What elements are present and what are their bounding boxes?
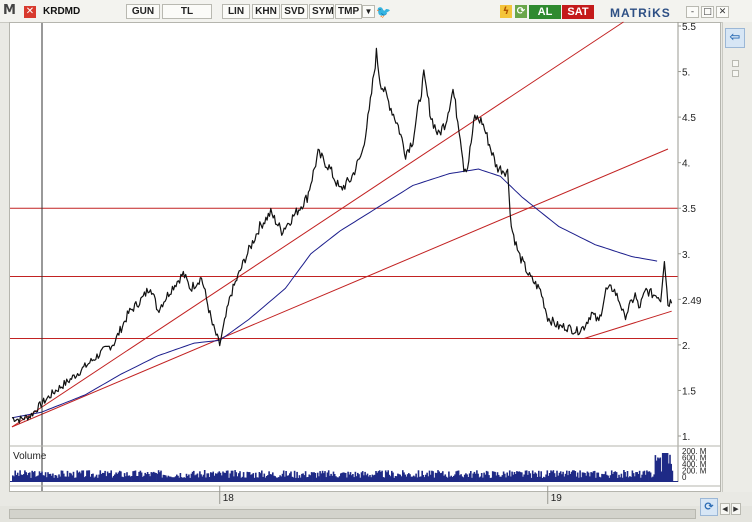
last-price-label: 2.49 [682,296,702,307]
time-tick-label: 18 [223,493,235,504]
trend-line[interactable] [11,148,669,428]
volume-label: Volume [13,451,47,462]
price-tick-label: 3.5 [682,204,696,215]
price-chart: 1.1.52.2.493.3.54.4.55.5.5 Volume 200. M6… [10,21,721,504]
price-tick-label: 4.5 [682,113,696,124]
trend-line[interactable] [11,21,624,428]
price-tick-label: 1. [682,432,690,443]
scroll-left-button[interactable]: ◀ [720,503,730,515]
price-tick-label: 5.5 [682,22,696,33]
price-tick-label: 2. [682,341,690,352]
price-tick-label: 5. [682,68,690,79]
volume-axis-label: 0 [682,473,687,482]
price-line [11,47,673,424]
trend-line[interactable] [584,310,672,339]
scroll-right-button[interactable]: ▶ [731,503,741,515]
time-scrollbar[interactable] [9,509,696,519]
price-tick-label: 1.5 [682,386,696,397]
sync-icon[interactable]: ⟳ [700,498,718,516]
volume-bar [671,470,674,481]
price-tick-label: 4. [682,159,690,170]
moving-average-line [11,168,658,419]
price-tick-label: 3. [682,250,690,261]
time-tick-label: 19 [551,493,563,504]
